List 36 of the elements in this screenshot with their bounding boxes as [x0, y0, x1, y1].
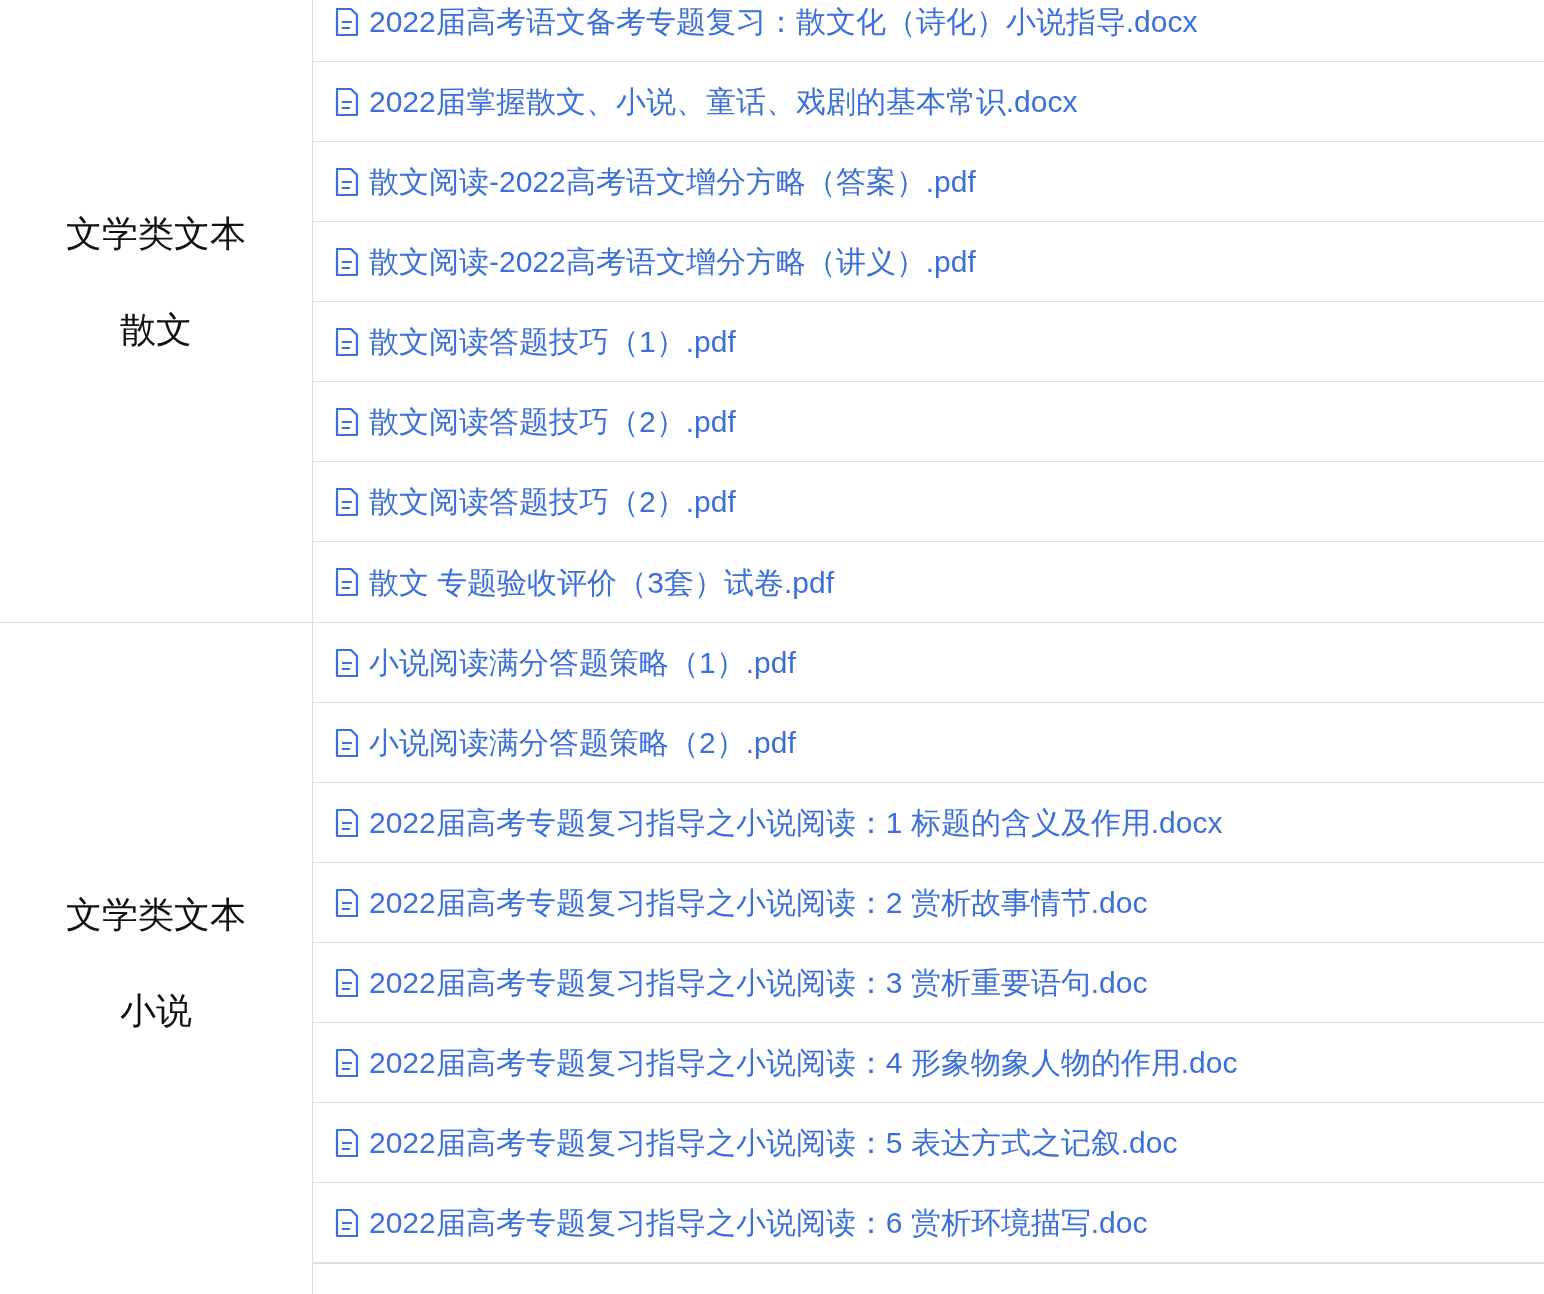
file-link[interactable]: 2022届高考专题复习指导之小说阅读：5 表达方式之记叙.doc — [335, 1120, 1178, 1165]
file-link[interactable]: 2022届高考语文备考专题复习：散文化（诗化）小说指导.docx — [335, 0, 1198, 44]
document-icon — [335, 166, 359, 197]
file-link[interactable]: 2022届高考专题复习指导之小说阅读：3 赏析重要语句.doc — [335, 960, 1148, 1005]
document-icon — [335, 86, 359, 117]
document-icon — [335, 1127, 359, 1158]
file-link[interactable]: 散文阅读-2022高考语文增分方略（答案）.pdf — [335, 159, 976, 204]
category-label: 文学类文本 — [66, 212, 246, 256]
document-icon — [335, 1207, 359, 1238]
file-link[interactable]: 2022届高考专题复习指导之小说阅读：4 形象物象人物的作用.doc — [335, 1040, 1238, 1085]
file-link[interactable]: 小说阅读满分答题策略（1）.pdf — [335, 640, 796, 685]
file-link[interactable]: 2022届高考专题复习指导之小说阅读：1 标题的含义及作用.docx — [335, 800, 1223, 845]
document-icon — [335, 246, 359, 277]
file-link[interactable]: 散文 专题验收评价（3套）试卷.pdf — [335, 559, 835, 605]
file-link[interactable]: 2022届高考专题复习指导之小说阅读：6 赏析环境描写.doc — [335, 1200, 1148, 1245]
document-icon — [335, 326, 359, 357]
document-icon — [335, 1047, 359, 1078]
file-link[interactable]: 散文阅读答题技巧（1）.pdf — [335, 319, 736, 364]
document-icon — [335, 486, 359, 517]
category-label: 文学类文本 — [66, 893, 246, 937]
file-link[interactable]: 散文阅读答题技巧（2）.pdf — [335, 479, 736, 524]
file-link[interactable]: 2022届高考专题复习指导之小说阅读：2 赏析故事情节.doc — [335, 880, 1148, 925]
document-icon — [335, 807, 359, 838]
document-icon — [335, 967, 359, 998]
document-icon — [335, 887, 359, 918]
file-link[interactable]: 散文阅读答题技巧（2）.pdf — [335, 399, 736, 444]
file-link[interactable]: 2022届掌握散文、小说、童话、戏剧的基本常识.docx — [335, 79, 1078, 124]
category-label: 散文 — [120, 308, 192, 352]
document-icon — [335, 727, 359, 758]
document-icon — [335, 406, 359, 437]
document-icon — [335, 567, 359, 597]
file-link[interactable]: 散文阅读-2022高考语文增分方略（讲义）.pdf — [335, 239, 976, 284]
document-icon — [335, 6, 359, 37]
category-label: 小说 — [120, 989, 192, 1033]
document-icon — [335, 647, 359, 678]
file-link[interactable]: 小说阅读满分答题策略（2）.pdf — [335, 720, 796, 765]
